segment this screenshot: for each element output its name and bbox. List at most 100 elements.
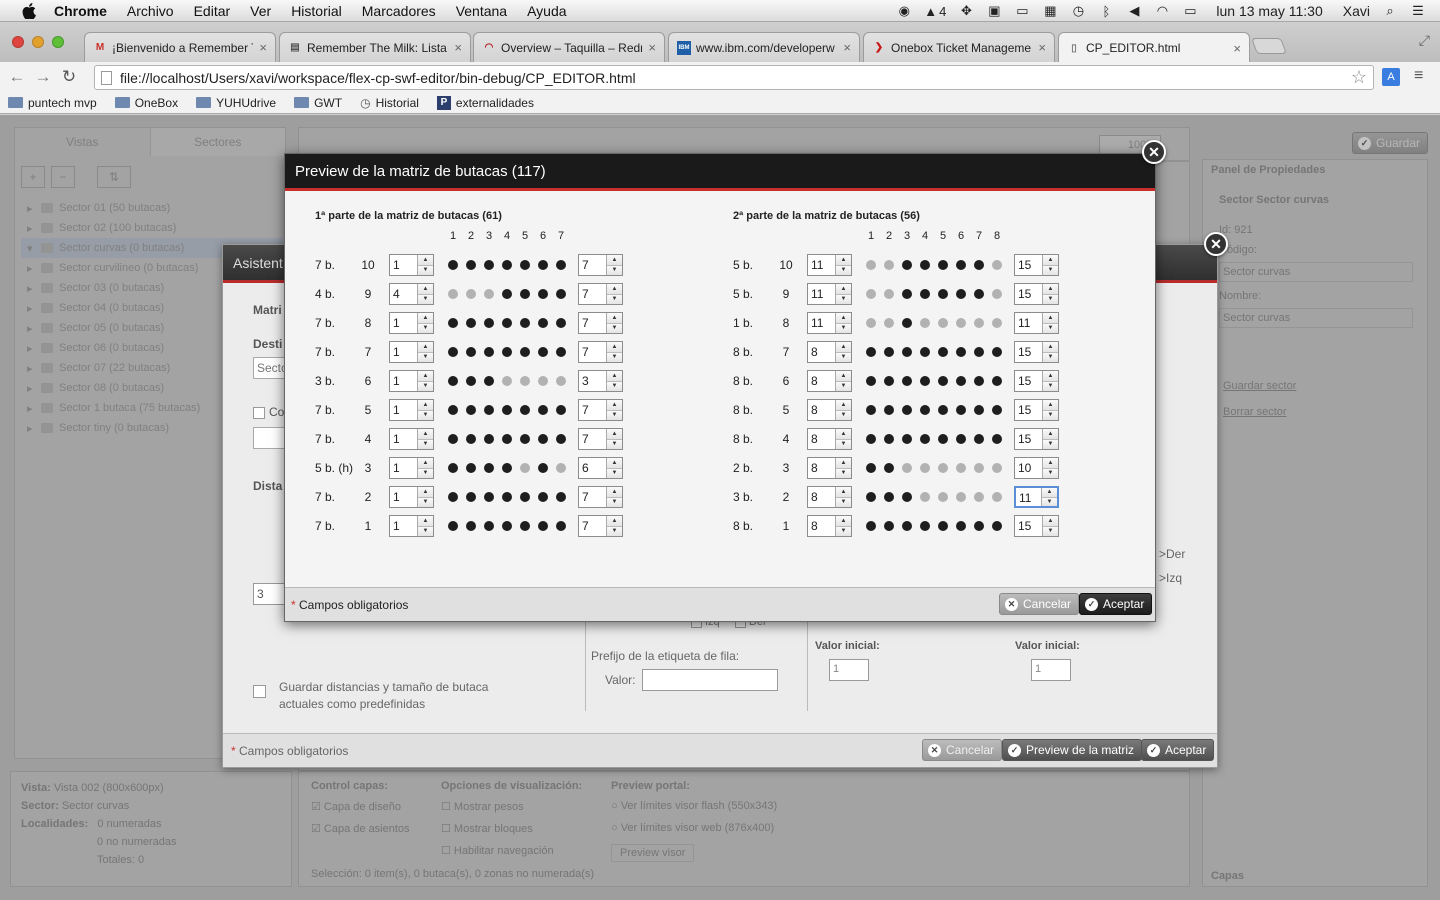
seat-active[interactable] — [884, 521, 894, 531]
stepper-up-icon[interactable]: ▲ — [836, 516, 851, 527]
seat-active[interactable] — [466, 405, 476, 415]
stepper-value[interactable]: 11 — [808, 255, 835, 275]
row-end-stepper[interactable]: 15 ▲ ▼ — [1014, 428, 1059, 450]
guardar-dist-checkbox[interactable] — [253, 685, 266, 698]
seat-active[interactable] — [502, 492, 512, 502]
stepper-value[interactable]: 1 — [390, 342, 417, 362]
row-start-stepper[interactable]: 8 ▲ ▼ — [807, 341, 852, 363]
row-start-stepper[interactable]: 11 ▲ ▼ — [807, 254, 852, 276]
stepper-value[interactable]: 1 — [390, 516, 417, 536]
seat-active[interactable] — [538, 405, 548, 415]
stepper-down-icon[interactable]: ▼ — [607, 497, 622, 507]
seat-active[interactable] — [448, 434, 458, 444]
stepper-value[interactable]: 1 — [390, 487, 417, 507]
seat-active[interactable] — [992, 376, 1002, 386]
stepper-up-icon[interactable]: ▲ — [1043, 255, 1058, 266]
bookmark-externalidades[interactable]: Pexternalidades — [436, 95, 534, 110]
stepper-up-icon[interactable]: ▲ — [607, 400, 622, 411]
seat-active[interactable] — [556, 260, 566, 270]
row-end-stepper[interactable]: 7 ▲ ▼ — [578, 283, 623, 305]
row-end-stepper[interactable]: 15 ▲ ▼ — [1014, 370, 1059, 392]
stepper-value[interactable]: 11 — [808, 284, 835, 304]
seat-inactive[interactable] — [920, 492, 930, 502]
seat-active[interactable] — [448, 347, 458, 357]
menu-marcadores[interactable]: Marcadores — [362, 3, 436, 19]
seat-active[interactable] — [520, 492, 530, 502]
row-start-stepper[interactable]: 8 ▲ ▼ — [807, 486, 852, 508]
seat-active[interactable] — [556, 347, 566, 357]
stepper-value[interactable]: 1 — [390, 458, 417, 478]
stepper-up-icon[interactable]: ▲ — [1042, 488, 1057, 498]
seat-inactive[interactable] — [956, 492, 966, 502]
stepper-up-icon[interactable]: ▲ — [418, 284, 433, 295]
stepper-up-icon[interactable]: ▲ — [607, 342, 622, 353]
close-tab-icon[interactable]: × — [1038, 40, 1046, 55]
row-start-stepper[interactable]: 1 ▲ ▼ — [389, 254, 434, 276]
translate-icon[interactable]: A — [1382, 68, 1400, 86]
stepper-up-icon[interactable]: ▲ — [418, 516, 433, 527]
wizard-co-checkbox[interactable]: Co — [253, 405, 284, 419]
row-start-stepper[interactable]: 1 ▲ ▼ — [389, 457, 434, 479]
stepper-value[interactable]: 7 — [579, 255, 606, 275]
stepper-down-icon[interactable]: ▼ — [836, 381, 851, 391]
seat-active[interactable] — [902, 492, 912, 502]
seat-active[interactable] — [866, 521, 876, 531]
seat-active[interactable] — [448, 463, 458, 473]
seat-active[interactable] — [466, 376, 476, 386]
stepper-up-icon[interactable]: ▲ — [607, 487, 622, 498]
seat-active[interactable] — [902, 260, 912, 270]
stepper-value[interactable]: 15 — [1015, 255, 1042, 275]
seat-active[interactable] — [902, 289, 912, 299]
seat-active[interactable] — [502, 463, 512, 473]
wizard-preview-button[interactable]: ✓ Preview de la matriz — [1002, 739, 1143, 761]
stepper-value[interactable]: 8 — [808, 429, 835, 449]
stepper-up-icon[interactable]: ▲ — [1043, 400, 1058, 411]
bookmark-puntech[interactable]: puntech mvp — [8, 96, 97, 110]
time-machine-icon[interactable]: ◷ — [1070, 3, 1086, 18]
stepper-down-icon[interactable]: ▼ — [836, 439, 851, 449]
stepper-up-icon[interactable]: ▲ — [1043, 313, 1058, 324]
seat-active[interactable] — [974, 376, 984, 386]
seat-active[interactable] — [956, 347, 966, 357]
seat-active[interactable] — [448, 492, 458, 502]
stepper-value[interactable]: 15 — [1015, 284, 1042, 304]
seat-active[interactable] — [538, 463, 548, 473]
stepper-up-icon[interactable]: ▲ — [836, 284, 851, 295]
stepper-up-icon[interactable]: ▲ — [607, 313, 622, 324]
seat-active[interactable] — [938, 289, 948, 299]
seat-active[interactable] — [538, 521, 548, 531]
seat-inactive[interactable] — [884, 318, 894, 328]
menu-app-name[interactable]: Chrome — [54, 3, 107, 19]
stepper-value[interactable]: 8 — [808, 516, 835, 536]
seat-active[interactable] — [974, 260, 984, 270]
row-start-stepper[interactable]: 11 ▲ ▼ — [807, 283, 852, 305]
seat-active[interactable] — [502, 260, 512, 270]
seat-active[interactable] — [484, 347, 494, 357]
chrome-menu-icon[interactable]: ≡ — [1414, 67, 1423, 85]
seat-inactive[interactable] — [938, 492, 948, 502]
row-end-stepper[interactable]: 15 ▲ ▼ — [1014, 399, 1059, 421]
seat-active[interactable] — [538, 289, 548, 299]
stepper-down-icon[interactable]: ▼ — [418, 410, 433, 420]
row-start-stepper[interactable]: 8 ▲ ▼ — [807, 515, 852, 537]
display-icon[interactable]: ▭ — [1014, 3, 1030, 18]
seat-active[interactable] — [556, 521, 566, 531]
row-start-stepper[interactable]: 1 ▲ ▼ — [389, 341, 434, 363]
seat-active[interactable] — [956, 521, 966, 531]
battery-icon[interactable]: ▭ — [1182, 3, 1198, 18]
close-tab-icon[interactable]: × — [259, 40, 267, 55]
menu-archivo[interactable]: Archivo — [127, 3, 174, 19]
seat-inactive[interactable] — [484, 289, 494, 299]
stepper-up-icon[interactable]: ▲ — [836, 371, 851, 382]
stepper-up-icon[interactable]: ▲ — [607, 516, 622, 527]
prefijo-input[interactable] — [642, 669, 778, 691]
row-end-stepper[interactable]: 7 ▲ ▼ — [578, 515, 623, 537]
seat-active[interactable] — [466, 463, 476, 473]
row-start-stepper[interactable]: 11 ▲ ▼ — [807, 312, 852, 334]
stepper-down-icon[interactable]: ▼ — [836, 526, 851, 536]
seat-active[interactable] — [520, 260, 530, 270]
stepper-up-icon[interactable]: ▲ — [1043, 429, 1058, 440]
seat-active[interactable] — [974, 347, 984, 357]
preview-close-button[interactable]: ✕ — [1142, 140, 1166, 164]
seat-active[interactable] — [974, 521, 984, 531]
